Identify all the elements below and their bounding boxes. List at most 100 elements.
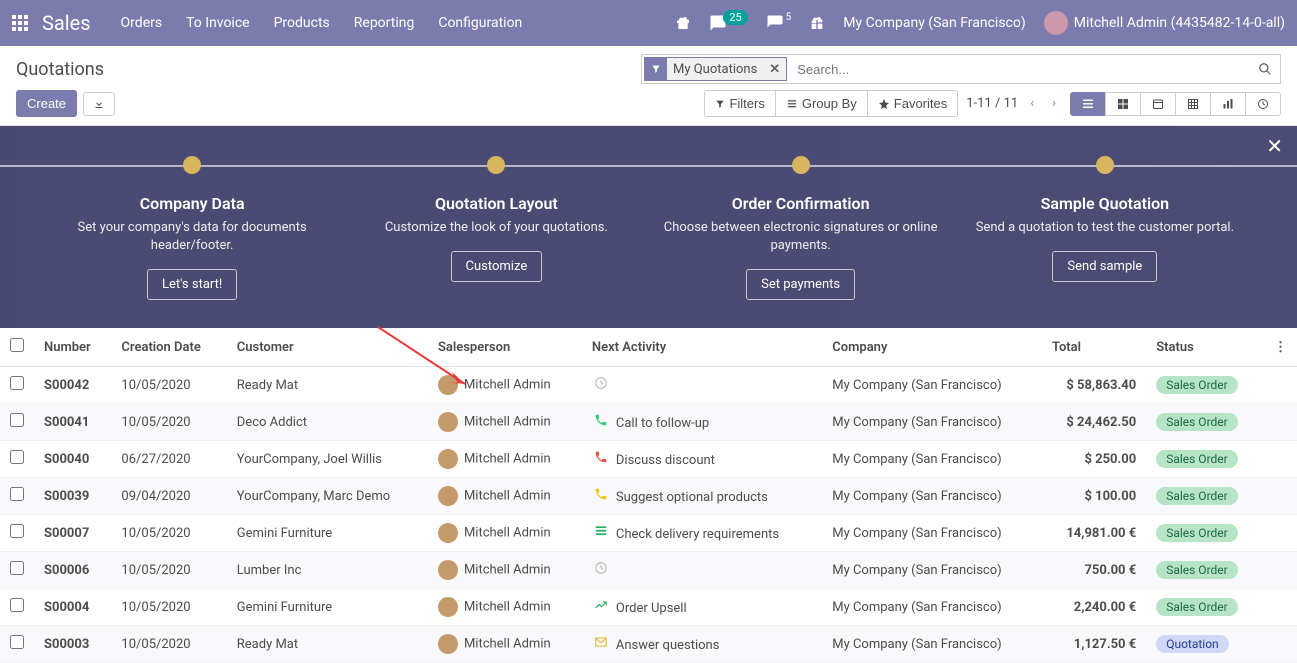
cell-status: Quotation <box>1146 626 1264 663</box>
favorites-button[interactable]: Favorites <box>867 90 958 117</box>
filters-button[interactable]: Filters <box>704 90 775 117</box>
company-switcher[interactable]: My Company (San Francisco) <box>843 15 1025 31</box>
cell-activity: Suggest optional products <box>582 478 822 515</box>
row-checkbox[interactable] <box>10 413 24 427</box>
view-calendar-icon[interactable] <box>1140 92 1176 116</box>
status-badge: Sales Order <box>1156 598 1238 616</box>
step-button[interactable]: Customize <box>451 251 543 282</box>
groupby-label: Group By <box>802 96 857 111</box>
table-row[interactable]: S00042 10/05/2020 Ready Mat Mitchell Adm… <box>0 367 1297 404</box>
create-button[interactable]: Create <box>16 90 77 117</box>
brand-title[interactable]: Sales <box>42 11 91 35</box>
table-row[interactable]: S00040 06/27/2020 YourCompany, Joel Will… <box>0 441 1297 478</box>
col-status[interactable]: Status <box>1146 328 1264 367</box>
step-button[interactable]: Set payments <box>746 269 855 300</box>
step-button[interactable]: Send sample <box>1052 251 1157 282</box>
search-box[interactable]: My Quotations ✕ <box>641 54 1281 84</box>
optional-columns-icon[interactable]: ⋮ <box>1264 328 1297 367</box>
pager-next-icon[interactable]: › <box>1046 92 1062 115</box>
user-avatar-icon <box>1044 11 1068 35</box>
table-row[interactable]: S00003 10/05/2020 Ready Mat Mitchell Adm… <box>0 626 1297 663</box>
user-menu[interactable]: Mitchell Admin (4435482-14-0-all) <box>1044 11 1285 35</box>
cell-customer: Ready Mat <box>227 367 428 404</box>
col-company[interactable]: Company <box>822 328 1042 367</box>
cell-status: Sales Order <box>1146 552 1264 589</box>
col-activity[interactable]: Next Activity <box>582 328 822 367</box>
nav-right: 25 5 My Company (San Francisco) Mitchell… <box>675 11 1285 35</box>
row-checkbox[interactable] <box>10 450 24 464</box>
groupby-button[interactable]: Group By <box>775 90 868 117</box>
step-dot-icon <box>183 156 201 174</box>
menu-reporting[interactable]: Reporting <box>354 15 415 31</box>
clock-icon[interactable] <box>592 561 610 575</box>
pager-prev-icon[interactable]: ‹ <box>1024 92 1040 115</box>
menu-configuration[interactable]: Configuration <box>438 15 522 31</box>
col-number[interactable]: Number <box>34 328 111 367</box>
cell-customer: Ready Mat <box>227 626 428 663</box>
cell-number: S00007 <box>34 515 111 552</box>
breadcrumb: Quotations <box>16 59 104 80</box>
row-checkbox[interactable] <box>10 598 24 612</box>
view-list-icon[interactable] <box>1070 92 1106 116</box>
col-total[interactable]: Total <box>1042 328 1146 367</box>
facet-remove-icon[interactable]: ✕ <box>763 62 786 77</box>
table-row[interactable]: S00041 10/05/2020 Deco Addict Mitchell A… <box>0 404 1297 441</box>
cell-customer: YourCompany, Joel Willis <box>227 441 428 478</box>
cell-company: My Company (San Francisco) <box>822 404 1042 441</box>
avatar-icon <box>438 412 458 432</box>
table-row[interactable]: S00039 09/04/2020 YourCompany, Marc Demo… <box>0 478 1297 515</box>
tray-gift-icon[interactable] <box>809 15 825 31</box>
step-dot-icon <box>487 156 505 174</box>
view-pivot-icon[interactable] <box>1175 92 1211 116</box>
step-title: Quotation Layout <box>344 194 648 213</box>
search-input[interactable] <box>789 55 1250 83</box>
view-activity-icon[interactable] <box>1245 92 1281 116</box>
row-checkbox[interactable] <box>10 635 24 649</box>
col-date[interactable]: Creation Date <box>111 328 226 367</box>
menu-orders[interactable]: Orders <box>121 15 163 31</box>
cell-status: Sales Order <box>1146 515 1264 552</box>
search-icon[interactable] <box>1250 62 1280 76</box>
table-row[interactable]: S00004 10/05/2020 Gemini Furniture Mitch… <box>0 589 1297 626</box>
cell-salesperson: Mitchell Admin <box>428 367 582 404</box>
search-facet: My Quotations ✕ <box>644 57 787 81</box>
cell-status: Sales Order <box>1146 441 1264 478</box>
cell-activity: Answer questions <box>582 626 822 663</box>
import-button[interactable] <box>83 92 115 116</box>
activities-icon[interactable]: 5 <box>766 14 792 32</box>
mail-icon[interactable] <box>592 635 610 649</box>
tasks-icon[interactable] <box>592 524 610 538</box>
view-kanban-icon[interactable] <box>1105 92 1141 116</box>
select-all-checkbox[interactable] <box>10 338 24 352</box>
cell-activity: Discuss discount <box>582 441 822 478</box>
gift-icon[interactable] <box>675 15 691 31</box>
row-checkbox[interactable] <box>10 376 24 390</box>
table-row[interactable]: S00007 10/05/2020 Gemini Furniture Mitch… <box>0 515 1297 552</box>
table-row[interactable]: S00006 10/05/2020 Lumber Inc Mitchell Ad… <box>0 552 1297 589</box>
cell-customer: Deco Addict <box>227 404 428 441</box>
phone-icon[interactable] <box>592 450 610 464</box>
row-checkbox[interactable] <box>10 561 24 575</box>
cell-salesperson: Mitchell Admin <box>428 515 582 552</box>
cell-company: My Company (San Francisco) <box>822 478 1042 515</box>
phone-icon[interactable] <box>592 413 610 427</box>
chart-icon[interactable] <box>592 598 610 612</box>
col-customer[interactable]: Customer <box>227 328 428 367</box>
control-panel: Quotations My Quotations ✕ Create <box>0 46 1297 126</box>
menu-products[interactable]: Products <box>274 15 330 31</box>
close-icon[interactable]: ✕ <box>1266 134 1283 158</box>
cell-total: 14,981.00 € <box>1042 515 1146 552</box>
row-checkbox[interactable] <box>10 487 24 501</box>
apps-icon[interactable] <box>12 15 28 31</box>
row-checkbox[interactable] <box>10 524 24 538</box>
view-graph-icon[interactable] <box>1210 92 1246 116</box>
col-salesperson[interactable]: Salesperson <box>428 328 582 367</box>
menu-to-invoice[interactable]: To Invoice <box>186 15 250 31</box>
phone-icon[interactable] <box>592 487 610 501</box>
onboard-step: Quotation Layout Customize the look of y… <box>344 156 648 300</box>
step-button[interactable]: Let's start! <box>147 269 237 300</box>
onboard-step: Sample Quotation Send a quotation to tes… <box>953 156 1257 300</box>
clock-icon[interactable] <box>592 376 610 390</box>
discuss-icon[interactable]: 25 <box>709 14 747 32</box>
filters-label: Filters <box>729 96 764 111</box>
